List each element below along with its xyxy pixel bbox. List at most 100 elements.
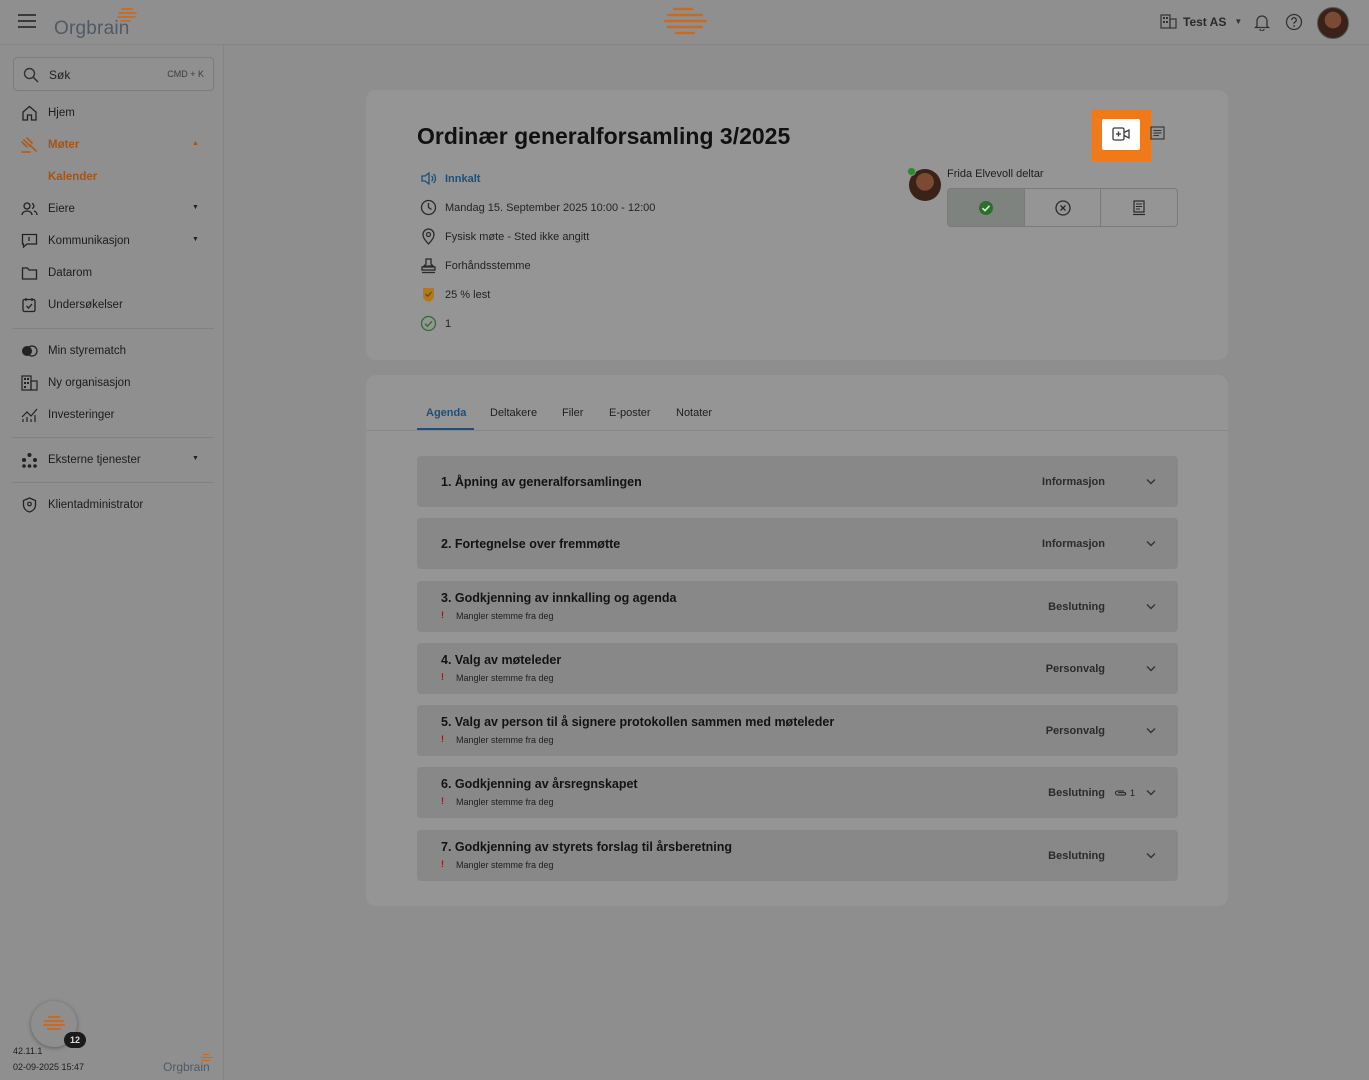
clock-icon <box>420 199 437 216</box>
chevron-down-icon[interactable] <box>1145 664 1157 673</box>
tab-filer[interactable]: Filer <box>562 407 583 419</box>
sidebar-item-label: Ny organisasjon <box>48 377 131 389</box>
org-name: Test AS <box>1183 14 1227 29</box>
tab-notater[interactable]: Notater <box>676 407 712 419</box>
notes-icon[interactable] <box>1150 126 1165 140</box>
search-shortcut: CMD + K <box>167 69 204 79</box>
read-percent-text: 25 % lest <box>445 289 491 301</box>
agenda-card <box>366 375 1228 906</box>
tab-e-poster[interactable]: E-poster <box>609 407 651 419</box>
tab-deltakere[interactable]: Deltakere <box>490 407 537 419</box>
agenda-warning: Mangler stemme fra deg <box>456 860 554 870</box>
agenda-type: Personvalg <box>1045 725 1105 737</box>
agenda-title: 5. Valg av person til å signere protokol… <box>441 715 835 729</box>
warning-icon: ! <box>441 672 444 682</box>
sidebar: Søk CMD + K Hjem Møter ▲ Kalender Eiere … <box>0 45 224 1080</box>
user-avatar[interactable] <box>1317 7 1349 39</box>
agenda-item[interactable]: 4. Valg av møteleder ! Mangler stemme fr… <box>417 643 1178 694</box>
sidebar-divider <box>12 482 214 483</box>
match-icon <box>22 345 38 357</box>
video-add-icon <box>1112 127 1130 141</box>
chevron-down-icon[interactable] <box>1145 602 1157 611</box>
paperclip-icon <box>1115 790 1127 796</box>
attend-yes-button[interactable] <box>948 189 1025 226</box>
chevron-down-icon[interactable] <box>1145 788 1157 797</box>
agenda-title: 2. Fortegnelse over fremmøtte <box>441 537 621 551</box>
bell-icon[interactable] <box>1254 13 1270 31</box>
status-text: Innkalt <box>445 173 481 185</box>
sidebar-item-label: Kommunikasjon <box>48 235 130 247</box>
chart-icon <box>21 408 38 422</box>
proxy-button[interactable] <box>1101 189 1177 226</box>
sidebar-item-moter[interactable]: Møter ▲ <box>0 131 224 159</box>
search-icon <box>23 67 39 83</box>
sidebar-item-kommunikasjon[interactable]: Kommunikasjon ▼ <box>0 227 224 255</box>
location-pin-icon <box>422 228 435 245</box>
agenda-item[interactable]: 6. Godkjenning av årsregnskapet ! Mangle… <box>417 767 1178 818</box>
online-status-dot <box>907 167 916 176</box>
page-title: Ordinær generalforsamling 3/2025 <box>417 123 791 149</box>
survey-icon <box>22 298 36 313</box>
app-version: 42.11.1 <box>13 1046 43 1056</box>
sidebar-item-label: Møter <box>48 139 80 151</box>
chevron-down-icon[interactable] <box>1145 726 1157 735</box>
tab-agenda[interactable]: Agenda <box>426 407 466 419</box>
warning-icon: ! <box>441 796 444 806</box>
agenda-title: 3. Godkjenning av innkalling og agenda <box>441 591 677 605</box>
sidebar-item-eksterne-tjenester[interactable]: Eksterne tjenester ▼ <box>0 446 224 474</box>
agenda-item[interactable]: 1. Åpning av generalforsamlingen Informa… <box>417 456 1178 507</box>
chevron-down-icon[interactable] <box>1145 539 1157 548</box>
brain-logo-icon <box>117 8 137 22</box>
check-filled-icon <box>978 200 993 215</box>
org-switcher[interactable]: Test AS ▼ <box>1160 14 1242 29</box>
sidebar-item-investeringer[interactable]: Investeringer <box>0 401 224 429</box>
agenda-title: 1. Åpning av generalforsamlingen <box>441 475 642 489</box>
sidebar-item-min-styrematch[interactable]: Min styrematch <box>0 337 224 365</box>
sidebar-item-eiere[interactable]: Eiere ▼ <box>0 195 224 223</box>
attend-no-button[interactable] <box>1025 189 1102 226</box>
agenda-warning: Mangler stemme fra deg <box>456 735 554 745</box>
caret-up-icon: ▲ <box>192 140 199 147</box>
menu-icon[interactable] <box>18 14 36 28</box>
check-circle-icon <box>420 315 437 332</box>
sidebar-item-kalender[interactable]: Kalender <box>0 163 224 191</box>
agenda-item[interactable]: 7. Godkjenning av styrets forslag til år… <box>417 830 1178 881</box>
warning-icon: ! <box>441 859 444 869</box>
search-label: Søk <box>49 68 71 82</box>
search-input[interactable]: Søk CMD + K <box>13 57 214 91</box>
gavel-icon <box>21 137 37 153</box>
caret-down-icon: ▼ <box>192 455 199 462</box>
caret-down-icon: ▼ <box>192 236 199 243</box>
agenda-title: 4. Valg av møteleder <box>441 653 562 667</box>
agenda-type: Beslutning <box>1048 787 1105 799</box>
sidebar-item-label: Undersøkelser <box>48 299 123 311</box>
chat-icon <box>21 233 38 249</box>
agenda-warning: Mangler stemme fra deg <box>456 611 554 621</box>
folder-icon <box>21 267 38 280</box>
services-icon <box>22 453 37 468</box>
warning-icon: ! <box>441 610 444 620</box>
agenda-item[interactable]: 3. Godkjenning av innkalling og agenda !… <box>417 581 1178 632</box>
sidebar-item-label: Min styrematch <box>48 345 126 357</box>
brain-footer-icon <box>200 1053 213 1062</box>
brain-chat-icon <box>43 1016 65 1030</box>
agenda-type: Personvalg <box>1045 663 1105 675</box>
sidebar-item-ny-organisasjon[interactable]: Ny organisasjon <box>0 369 224 397</box>
help-icon[interactable] <box>1285 13 1303 31</box>
agenda-type: Informasjon <box>1042 476 1105 488</box>
caret-down-icon: ▼ <box>192 204 199 211</box>
agenda-item[interactable]: 5. Valg av person til å signere protokol… <box>417 705 1178 756</box>
agenda-item[interactable]: 2. Fortegnelse over fremmøtte Informasjo… <box>417 518 1178 569</box>
notification-badge: 12 <box>64 1032 86 1048</box>
tabs-divider <box>366 430 1228 431</box>
sidebar-item-label: Eiere <box>48 203 75 215</box>
voting-text: Forhåndsstemme <box>445 260 531 272</box>
document-icon <box>1133 199 1146 215</box>
sidebar-item-datarom[interactable]: Datarom <box>0 259 224 287</box>
sidebar-item-label: Klientadministrator <box>48 499 144 511</box>
sidebar-item-hjem[interactable]: Hjem <box>0 99 224 127</box>
sidebar-item-undersokelser[interactable]: Undersøkelser <box>0 291 224 319</box>
sidebar-item-klientadministrator[interactable]: Klientadministrator <box>0 491 224 519</box>
chevron-down-icon[interactable] <box>1145 477 1157 486</box>
chevron-down-icon[interactable] <box>1145 851 1157 860</box>
